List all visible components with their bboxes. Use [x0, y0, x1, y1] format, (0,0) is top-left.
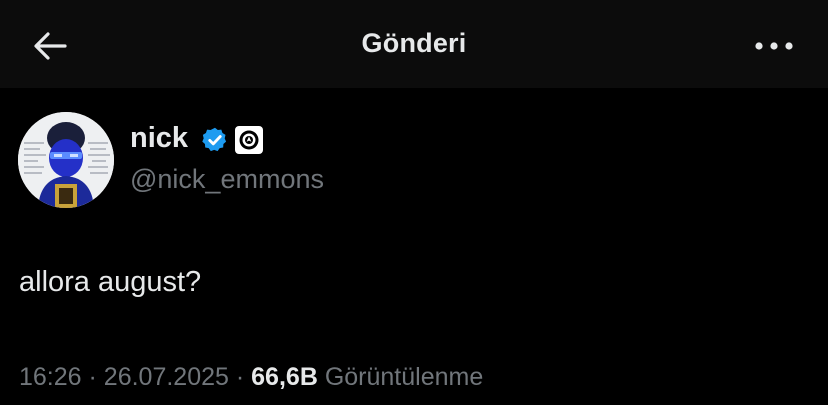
- tweet-meta: 16:26 · 26.07.2025 · 66,6B Görüntülenme: [19, 363, 483, 392]
- avatar[interactable]: [18, 112, 114, 208]
- meta-separator: ·: [235, 363, 245, 391]
- page-title: Gönderi: [361, 28, 467, 58]
- more-options-button[interactable]: [748, 26, 800, 66]
- views-label: Görüntülenme: [324, 363, 484, 391]
- author-display-name[interactable]: nick: [130, 122, 188, 155]
- affiliation-badge[interactable]: [235, 126, 263, 154]
- more-horizontal-icon: [755, 42, 793, 50]
- tweet-date[interactable]: 26.07.2025: [104, 363, 229, 391]
- verified-badge-icon[interactable]: [201, 126, 229, 154]
- meta-separator: ·: [88, 363, 97, 391]
- affiliation-badge-icon: [239, 130, 259, 150]
- avatar-image: [18, 112, 114, 208]
- author-handle[interactable]: @nick_emmons: [130, 164, 324, 195]
- top-bar: Gönderi: [0, 0, 828, 88]
- views-count[interactable]: 66,6B: [251, 363, 318, 391]
- tweet-text: allora august?: [19, 266, 202, 298]
- tweet-time[interactable]: 16:26: [19, 363, 82, 391]
